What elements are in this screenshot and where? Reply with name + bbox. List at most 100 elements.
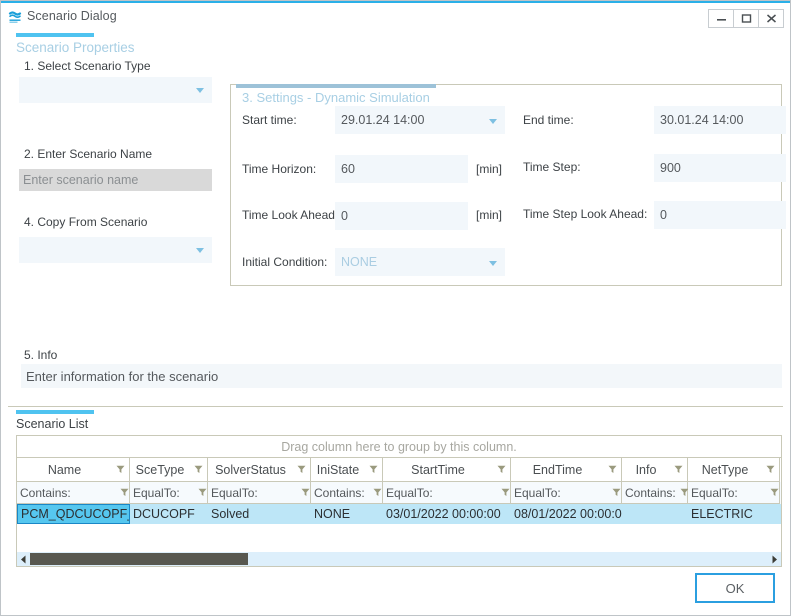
column-header-label: Name bbox=[47, 462, 82, 477]
time-step-look-ahead-label: Time Step Look Ahead: bbox=[523, 207, 648, 221]
time-step-label: Time Step: bbox=[523, 160, 581, 174]
ok-button[interactable]: OK bbox=[695, 573, 775, 603]
column-filter-icon[interactable] bbox=[293, 463, 306, 477]
copy-from-scenario-combobox[interactable] bbox=[19, 237, 212, 263]
filter-cell-inistate[interactable]: Contains: bbox=[311, 482, 383, 504]
table-cell-starttime[interactable]: 03/01/2022 00:00:00 bbox=[383, 504, 511, 524]
column-header-solverstatus[interactable]: SolverStatus bbox=[208, 458, 311, 482]
column-header-label: SceType bbox=[135, 462, 185, 477]
filter-cell-nettype[interactable]: EqualTo: bbox=[688, 482, 780, 504]
time-look-ahead-input[interactable]: 0 bbox=[335, 202, 468, 230]
column-filter-icon[interactable] bbox=[190, 463, 203, 477]
column-header-info[interactable]: Info bbox=[622, 458, 688, 482]
time-step-input[interactable]: 900 bbox=[654, 154, 786, 182]
filter-cell-scetype[interactable]: EqualTo: bbox=[130, 482, 208, 504]
close-button[interactable] bbox=[758, 9, 784, 28]
filter-cell-name[interactable]: Contains: bbox=[17, 482, 130, 504]
initial-condition-label: Initial Condition: bbox=[242, 255, 328, 269]
scenario-list-tab-accent bbox=[16, 410, 94, 414]
info-input[interactable]: Enter information for the scenario bbox=[21, 364, 782, 388]
filter-operator-label: Contains: bbox=[20, 485, 71, 500]
maximize-button[interactable] bbox=[733, 9, 759, 28]
properties-tab-accent bbox=[16, 33, 94, 37]
column-header-starttime[interactable]: StartTime bbox=[383, 458, 511, 482]
filter-operator-label: EqualTo: bbox=[386, 485, 433, 500]
end-time-input[interactable]: 30.01.24 14:00 bbox=[654, 106, 786, 134]
settings-tab-accent bbox=[236, 84, 436, 88]
start-time-input[interactable]: 29.01.24 14:00 bbox=[335, 106, 505, 134]
minimize-button[interactable] bbox=[708, 9, 734, 28]
section-divider bbox=[8, 406, 783, 407]
filter-dropdown-icon[interactable] bbox=[194, 486, 207, 500]
initial-condition-combobox[interactable]: NONE bbox=[335, 248, 505, 276]
column-header-label: IniState bbox=[316, 462, 360, 477]
table-cell-solverstatus[interactable]: Solved bbox=[208, 504, 311, 524]
time-horizon-unit: [min] bbox=[476, 162, 503, 176]
filter-dropdown-icon[interactable] bbox=[676, 486, 689, 500]
chevron-down-icon bbox=[489, 119, 497, 124]
grid-horizontal-scrollbar[interactable] bbox=[17, 552, 781, 566]
title-bar: Scenario Dialog bbox=[1, 1, 790, 31]
table-cell-info[interactable] bbox=[622, 504, 688, 524]
time-look-ahead-label: Time Look Ahead: bbox=[242, 208, 339, 222]
scenario-type-combobox[interactable] bbox=[19, 77, 212, 103]
dialog-body: Scenario Properties 1. Select Scenario T… bbox=[2, 31, 789, 614]
table-cell-endtime[interactable]: 08/01/2022 00:00:00 bbox=[511, 504, 622, 524]
filter-operator-label: EqualTo: bbox=[133, 485, 180, 500]
column-header-name[interactable]: Name bbox=[17, 458, 130, 482]
scenario-name-input[interactable]: Enter scenario name bbox=[19, 169, 212, 191]
app-logo-icon bbox=[8, 11, 23, 24]
start-time-label: Start time: bbox=[242, 113, 297, 127]
table-cell-scetype[interactable]: DCUCOPF bbox=[130, 504, 208, 524]
filter-dropdown-icon[interactable] bbox=[497, 486, 510, 500]
column-header-endtime[interactable]: EndTime bbox=[511, 458, 622, 482]
filter-dropdown-icon[interactable] bbox=[608, 486, 621, 500]
end-time-label: End time: bbox=[523, 113, 574, 127]
properties-section-title: Scenario Properties bbox=[16, 40, 135, 55]
filter-cell-info[interactable]: Contains: bbox=[622, 482, 689, 504]
filter-cell-starttime[interactable]: EqualTo: bbox=[383, 482, 511, 504]
chevron-down-icon bbox=[489, 261, 497, 266]
time-horizon-input[interactable]: 60 bbox=[335, 155, 468, 183]
filter-dropdown-icon[interactable] bbox=[766, 486, 779, 500]
filter-dropdown-icon[interactable] bbox=[369, 486, 382, 500]
scenario-dialog-window: Scenario Dialog Scenario Properties 1. S… bbox=[0, 0, 791, 616]
settings-title: 3. Settings - Dynamic Simulation bbox=[242, 90, 430, 105]
grid-filter-row: Contains: EqualTo: EqualTo: Contains: EqualT… bbox=[17, 482, 781, 504]
filter-dropdown-icon[interactable] bbox=[116, 486, 129, 500]
column-header-label: SolverStatus bbox=[215, 462, 286, 477]
window-controls bbox=[708, 9, 784, 28]
left-arrow-icon[interactable] bbox=[17, 552, 30, 566]
column-filter-icon[interactable] bbox=[604, 463, 617, 477]
filter-cell-endtime[interactable]: EqualTo: bbox=[511, 482, 622, 504]
filter-dropdown-icon[interactable] bbox=[297, 486, 310, 500]
scrollbar-thumb[interactable] bbox=[30, 553, 248, 565]
chevron-down-icon bbox=[196, 88, 204, 93]
scenario-name-label: 2. Enter Scenario Name bbox=[24, 147, 153, 161]
grid-header-row: Name SceType SolverStatus IniState StartTime… bbox=[17, 458, 781, 482]
column-header-label: Info bbox=[635, 462, 657, 477]
column-filter-icon[interactable] bbox=[762, 463, 775, 477]
table-cell-nettype[interactable]: ELECTRIC bbox=[688, 504, 780, 524]
filter-cell-solverstatus[interactable]: EqualTo: bbox=[208, 482, 311, 504]
column-header-label: NetType bbox=[701, 462, 749, 477]
table-row[interactable]: PCM_QDCUCOPF_5 DCUCOPF Solved NONE 03/01/202… bbox=[17, 504, 781, 524]
column-header-nettype[interactable]: NetType bbox=[688, 458, 780, 482]
column-filter-icon[interactable] bbox=[493, 463, 506, 477]
column-header-scetype[interactable]: SceType bbox=[130, 458, 208, 482]
group-by-dropzone[interactable]: Drag column here to group by this column… bbox=[17, 436, 781, 458]
right-arrow-icon[interactable] bbox=[768, 552, 781, 566]
time-step-look-ahead-input[interactable]: 0 bbox=[654, 201, 786, 229]
column-filter-icon[interactable] bbox=[112, 463, 125, 477]
scenario-list-tab-label: Scenario List bbox=[16, 417, 89, 431]
filter-operator-label: EqualTo: bbox=[211, 485, 258, 500]
column-header-inistate[interactable]: IniState bbox=[311, 458, 383, 482]
column-filter-icon[interactable] bbox=[365, 463, 378, 477]
table-cell-inistate[interactable]: NONE bbox=[311, 504, 383, 524]
time-horizon-label: Time Horizon: bbox=[242, 162, 317, 176]
column-filter-icon[interactable] bbox=[670, 463, 683, 477]
copy-from-scenario-label: 4. Copy From Scenario bbox=[24, 215, 148, 229]
window-title: Scenario Dialog bbox=[27, 9, 117, 23]
table-cell-name[interactable]: PCM_QDCUCOPF_5 bbox=[17, 504, 130, 524]
column-header-label: EndTime bbox=[532, 462, 583, 477]
